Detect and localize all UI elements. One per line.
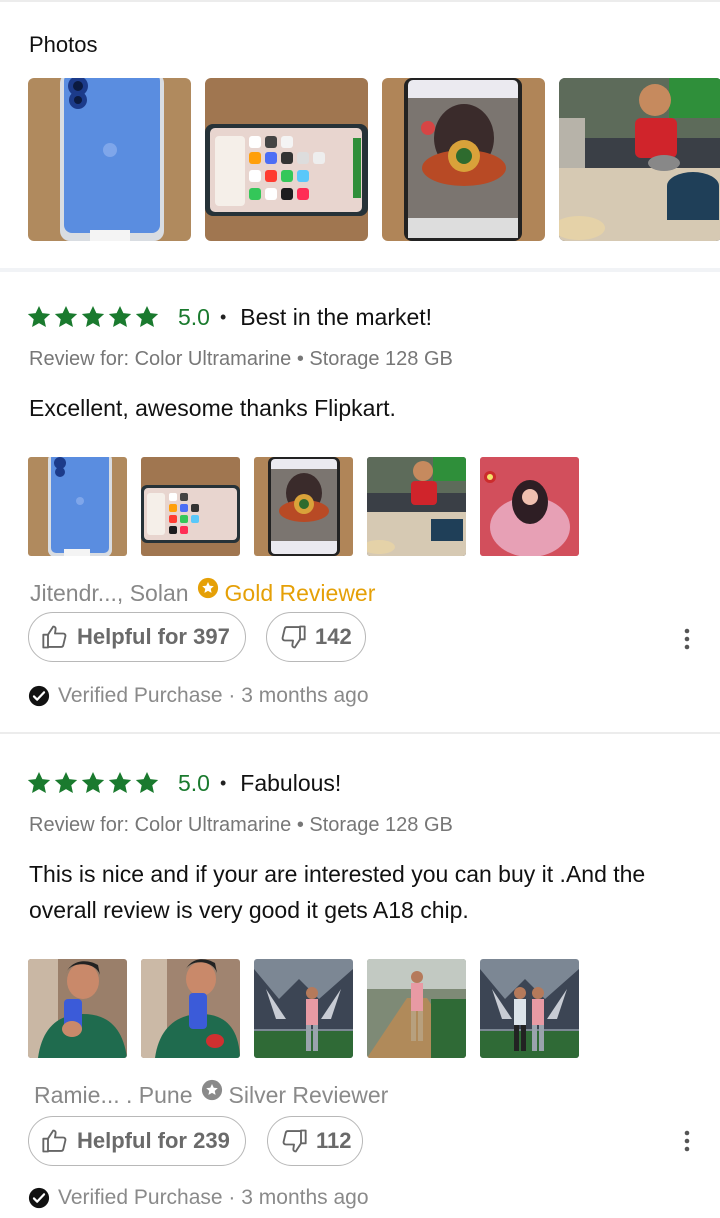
dislike-button[interactable]: 142 xyxy=(266,612,366,662)
rating-score: 5.0 xyxy=(178,303,210,330)
reviewer-name: Jitendr..., Solan xyxy=(30,579,189,606)
review-photo-thumbnail[interactable] xyxy=(480,457,579,556)
star-badge-icon xyxy=(201,1079,222,1101)
star-badge-icon xyxy=(197,577,218,599)
review-title: Best in the market! xyxy=(240,303,433,330)
review-photo-thumbnail[interactable] xyxy=(141,457,240,556)
verified-label: Verified Purchase · 3 months ago xyxy=(58,1186,369,1209)
helpful-label: Helpful for 239 xyxy=(77,1128,230,1153)
reviewer-name: Ramie... . Pune xyxy=(34,1081,193,1108)
star-icon xyxy=(27,305,51,327)
photo-thumbnail[interactable] xyxy=(205,78,368,241)
thumbs-down-icon xyxy=(282,1129,307,1153)
reviewer-badge: Silver Reviewer xyxy=(228,1081,389,1108)
check-circle-icon xyxy=(28,685,50,707)
photo-thumbnail[interactable] xyxy=(559,78,720,241)
review-photo-thumbnail[interactable] xyxy=(28,959,127,1058)
photo-strip[interactable] xyxy=(28,78,720,244)
review-divider xyxy=(0,732,720,734)
star-icon xyxy=(135,305,159,327)
review-photos xyxy=(28,457,579,557)
star-rating xyxy=(26,770,160,796)
review-card: 5.0 • Fabulous! Review for: Color Ultram… xyxy=(0,768,720,1218)
separator-dot: • xyxy=(219,306,227,327)
star-icon xyxy=(81,305,105,327)
photos-section: Photos xyxy=(0,2,720,268)
more-vertical-icon[interactable] xyxy=(680,1129,694,1153)
review-variant: Review for: Color Ultramarine • Storage … xyxy=(29,814,453,836)
rating-row: 5.0 • Best in the market! xyxy=(26,302,432,332)
thumbs-up-icon xyxy=(42,1129,67,1153)
photos-heading: Photos xyxy=(29,32,98,57)
photo-thumbnail[interactable] xyxy=(382,78,545,241)
dislike-count: 112 xyxy=(316,1128,352,1153)
more-vertical-icon[interactable] xyxy=(680,627,694,651)
review-text: Excellent, awesome thanks Flipkart. xyxy=(29,395,396,421)
verified-row: Verified Purchase · 3 months ago xyxy=(28,683,369,709)
star-icon xyxy=(108,771,132,793)
helpful-label: Helpful for 397 xyxy=(77,624,230,649)
review-photo-thumbnail[interactable] xyxy=(254,457,353,556)
review-text: This is nice and if your are interested … xyxy=(29,861,646,923)
review-photo-thumbnail[interactable] xyxy=(480,959,579,1058)
photo-thumbnail[interactable] xyxy=(28,78,191,241)
helpful-button[interactable]: Helpful for 397 xyxy=(28,612,246,662)
check-circle-icon xyxy=(28,1187,50,1209)
star-rating xyxy=(26,304,160,330)
star-icon xyxy=(81,771,105,793)
rating-score: 5.0 xyxy=(178,769,210,796)
star-icon xyxy=(27,771,51,793)
thumbs-up-icon xyxy=(42,625,67,649)
review-card: 5.0 • Best in the market! Review for: Co… xyxy=(0,302,720,732)
star-icon xyxy=(54,305,78,327)
review-variant: Review for: Color Ultramarine • Storage … xyxy=(29,348,453,370)
verified-row: Verified Purchase · 3 months ago xyxy=(28,1185,369,1211)
reviewer-badge: Gold Reviewer xyxy=(224,579,376,606)
review-photos xyxy=(28,959,579,1059)
star-icon xyxy=(135,771,159,793)
review-photo-thumbnail[interactable] xyxy=(367,959,466,1058)
reviewer-row: Ramie... . Pune Silver Reviewer xyxy=(34,1079,389,1110)
review-title: Fabulous! xyxy=(240,769,342,796)
rating-row: 5.0 • Fabulous! xyxy=(26,768,341,798)
helpful-button[interactable]: Helpful for 239 xyxy=(28,1116,246,1166)
dislike-count: 142 xyxy=(315,624,352,649)
verified-label: Verified Purchase · 3 months ago xyxy=(58,684,369,707)
star-icon xyxy=(54,771,78,793)
reviewer-row: Jitendr..., Solan Gold Reviewer xyxy=(30,577,376,608)
review-photo-thumbnail[interactable] xyxy=(367,457,466,556)
section-divider xyxy=(0,268,720,272)
thumbs-down-icon xyxy=(281,625,306,649)
review-photo-thumbnail[interactable] xyxy=(28,457,127,556)
review-photo-thumbnail[interactable] xyxy=(141,959,240,1058)
separator-dot: • xyxy=(219,772,227,793)
star-icon xyxy=(108,305,132,327)
dislike-button[interactable]: 112 xyxy=(267,1116,363,1166)
review-photo-thumbnail[interactable] xyxy=(254,959,353,1058)
